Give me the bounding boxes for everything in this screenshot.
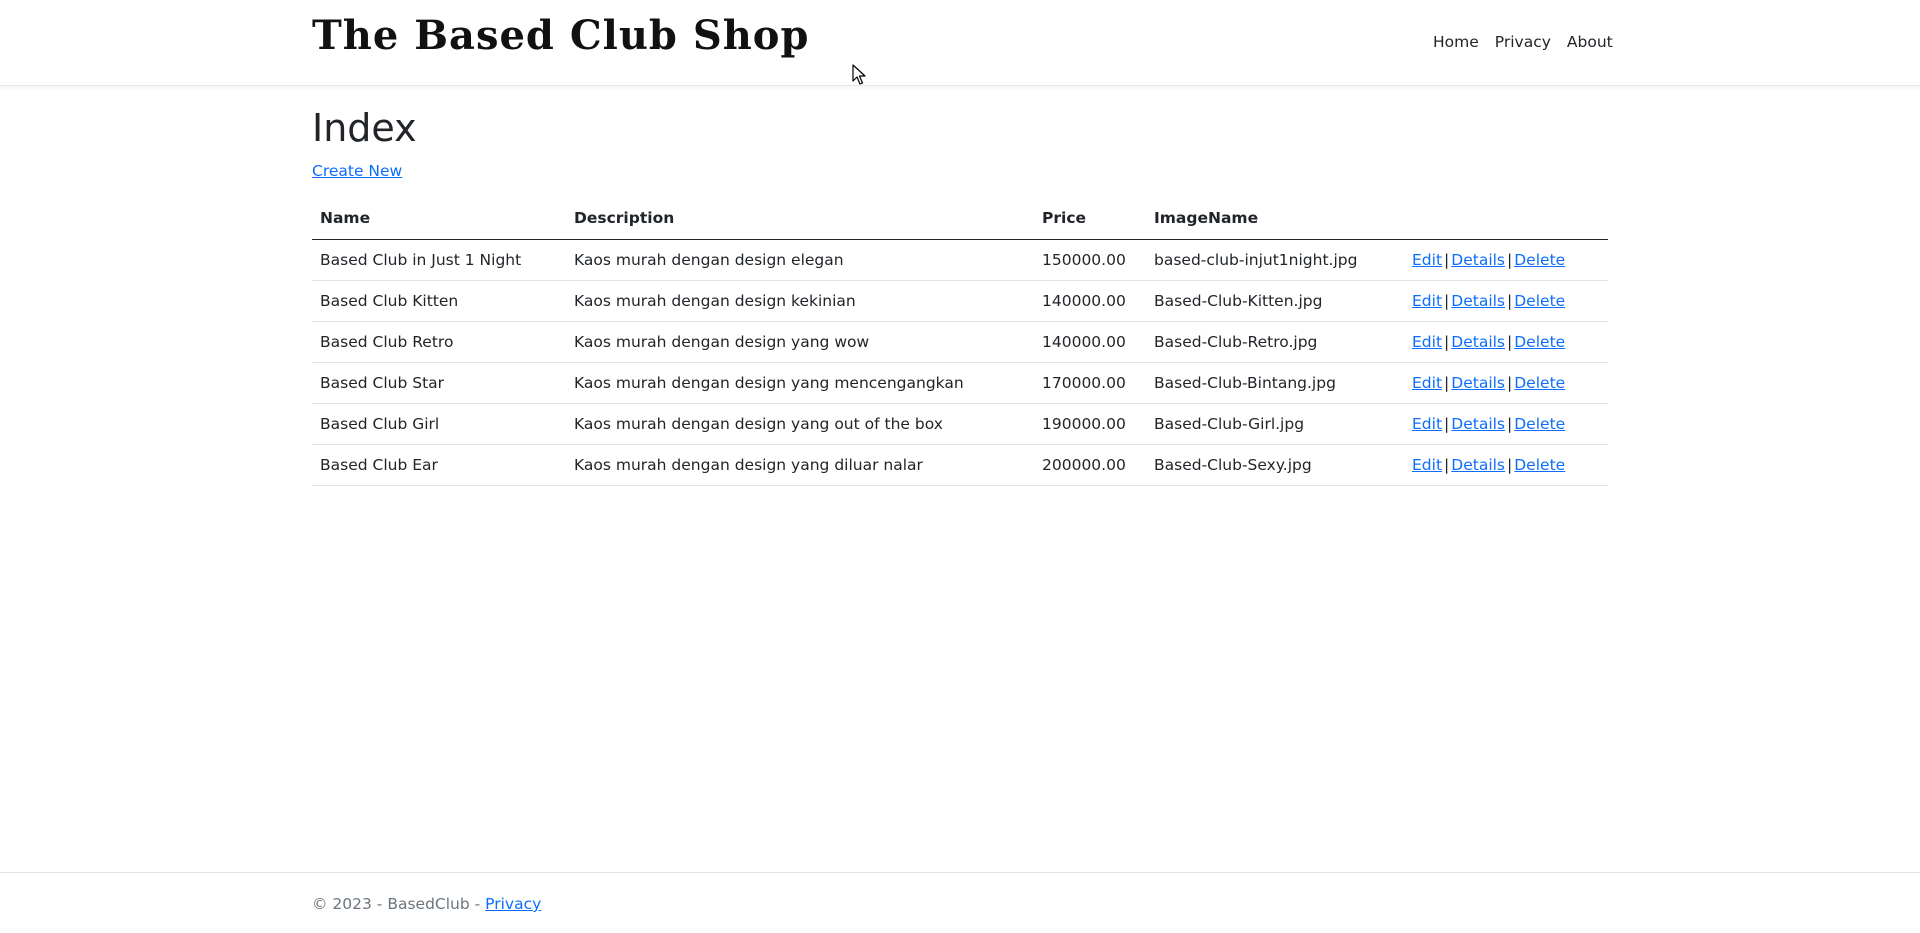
cell-name: Based Club Ear xyxy=(312,444,566,486)
delete-link[interactable]: Delete xyxy=(1514,292,1565,310)
cell-price: 190000.00 xyxy=(1034,403,1146,445)
cell-imagename: Based-Club-Bintang.jpg xyxy=(1146,362,1404,404)
cell-actions: Edit | Details | Delete xyxy=(1404,444,1608,486)
table-body: Based Club in Just 1 Night Kaos murah den… xyxy=(312,239,1608,486)
cell-name: Based Club Star xyxy=(312,362,566,404)
edit-link[interactable]: Edit xyxy=(1412,292,1442,310)
cell-description: Kaos murah dengan design kekinian xyxy=(566,280,1034,322)
cell-name: Based Club Retro xyxy=(312,321,566,363)
edit-link[interactable]: Edit xyxy=(1412,251,1442,269)
cell-actions: Edit | Details | Delete xyxy=(1404,280,1608,322)
nav-links: Home Privacy About xyxy=(1425,33,1621,51)
cell-description: Kaos murah dengan design yang mencengang… xyxy=(566,362,1034,404)
table-row: Based Club Ear Kaos murah dengan design y… xyxy=(312,444,1608,486)
edit-link[interactable]: Edit xyxy=(1412,333,1442,351)
footer: © 2023 - BasedClub - Privacy xyxy=(0,872,1920,933)
delete-link[interactable]: Delete xyxy=(1514,251,1565,269)
action-separator: | xyxy=(1444,291,1450,310)
cell-name: Based Club Girl xyxy=(312,403,566,445)
cell-actions: Edit | Details | Delete xyxy=(1404,403,1608,445)
delete-link[interactable]: Delete xyxy=(1514,456,1565,474)
column-header-price: Price xyxy=(1034,198,1146,240)
edit-link[interactable]: Edit xyxy=(1412,374,1442,392)
column-header-description: Description xyxy=(566,198,1034,240)
action-separator: | xyxy=(1444,414,1450,433)
edit-link[interactable]: Edit xyxy=(1412,456,1442,474)
table-row: Based Club Girl Kaos murah dengan design … xyxy=(312,403,1608,445)
cell-actions: Edit | Details | Delete xyxy=(1404,321,1608,363)
details-link[interactable]: Details xyxy=(1451,415,1505,433)
products-table: Name Description Price ImageName Based C… xyxy=(312,198,1608,486)
action-separator: | xyxy=(1507,291,1513,310)
delete-link[interactable]: Delete xyxy=(1514,333,1565,351)
cell-description: Kaos murah dengan design yang diluar nal… xyxy=(566,444,1034,486)
cell-actions: Edit | Details | Delete xyxy=(1404,362,1608,404)
details-link[interactable]: Details xyxy=(1451,251,1505,269)
column-header-imagename: ImageName xyxy=(1146,198,1404,240)
details-link[interactable]: Details xyxy=(1451,292,1505,310)
navbar: The Based Club Shop Home Privacy About xyxy=(0,0,1920,86)
action-separator: | xyxy=(1444,250,1450,269)
footer-privacy-link[interactable]: Privacy xyxy=(485,895,541,913)
footer-text: © 2023 - BasedClub - Privacy xyxy=(312,895,541,913)
cell-actions: Edit | Details | Delete xyxy=(1404,239,1608,281)
table-header-row: Name Description Price ImageName xyxy=(312,198,1608,240)
cell-description: Kaos murah dengan design yang wow xyxy=(566,321,1034,363)
cell-imagename: Based-Club-Girl.jpg xyxy=(1146,403,1404,445)
nav-privacy-link[interactable]: Privacy xyxy=(1487,33,1559,51)
table-row: Based Club Star Kaos murah dengan design … xyxy=(312,362,1608,404)
cell-imagename: Based-Club-Kitten.jpg xyxy=(1146,280,1404,322)
table-row: Based Club Kitten Kaos murah dengan desig… xyxy=(312,280,1608,322)
action-separator: | xyxy=(1507,250,1513,269)
cell-imagename: Based-Club-Retro.jpg xyxy=(1146,321,1404,363)
brand-title[interactable]: The Based Club Shop xyxy=(312,12,809,59)
cell-name: Based Club in Just 1 Night xyxy=(312,239,566,281)
cell-description: Kaos murah dengan design elegan xyxy=(566,239,1034,281)
mouse-cursor-icon xyxy=(852,64,866,85)
edit-link[interactable]: Edit xyxy=(1412,415,1442,433)
action-separator: | xyxy=(1444,332,1450,351)
action-separator: | xyxy=(1507,332,1513,351)
table-row: Based Club in Just 1 Night Kaos murah den… xyxy=(312,239,1608,281)
table-row: Based Club Retro Kaos murah dengan design… xyxy=(312,321,1608,363)
cell-price: 150000.00 xyxy=(1034,239,1146,281)
action-separator: | xyxy=(1444,455,1450,474)
nav-home-link[interactable]: Home xyxy=(1425,33,1487,51)
column-header-name: Name xyxy=(312,198,566,240)
details-link[interactable]: Details xyxy=(1451,333,1505,351)
page-title: Index xyxy=(312,106,417,150)
action-separator: | xyxy=(1507,414,1513,433)
action-separator: | xyxy=(1444,373,1450,392)
delete-link[interactable]: Delete xyxy=(1514,374,1565,392)
cell-imagename: Based-Club-Sexy.jpg xyxy=(1146,444,1404,486)
create-new-link[interactable]: Create New xyxy=(312,162,402,180)
cell-imagename: based-club-injut1night.jpg xyxy=(1146,239,1404,281)
nav-about-link[interactable]: About xyxy=(1559,33,1621,51)
action-separator: | xyxy=(1507,373,1513,392)
details-link[interactable]: Details xyxy=(1451,374,1505,392)
cell-name: Based Club Kitten xyxy=(312,280,566,322)
cell-price: 200000.00 xyxy=(1034,444,1146,486)
cell-price: 170000.00 xyxy=(1034,362,1146,404)
copyright-text: © 2023 - BasedClub - xyxy=(312,895,486,913)
cell-price: 140000.00 xyxy=(1034,321,1146,363)
column-header-actions xyxy=(1404,198,1608,240)
delete-link[interactable]: Delete xyxy=(1514,415,1565,433)
cell-price: 140000.00 xyxy=(1034,280,1146,322)
action-separator: | xyxy=(1507,455,1513,474)
cell-description: Kaos murah dengan design yang out of the… xyxy=(566,403,1034,445)
details-link[interactable]: Details xyxy=(1451,456,1505,474)
